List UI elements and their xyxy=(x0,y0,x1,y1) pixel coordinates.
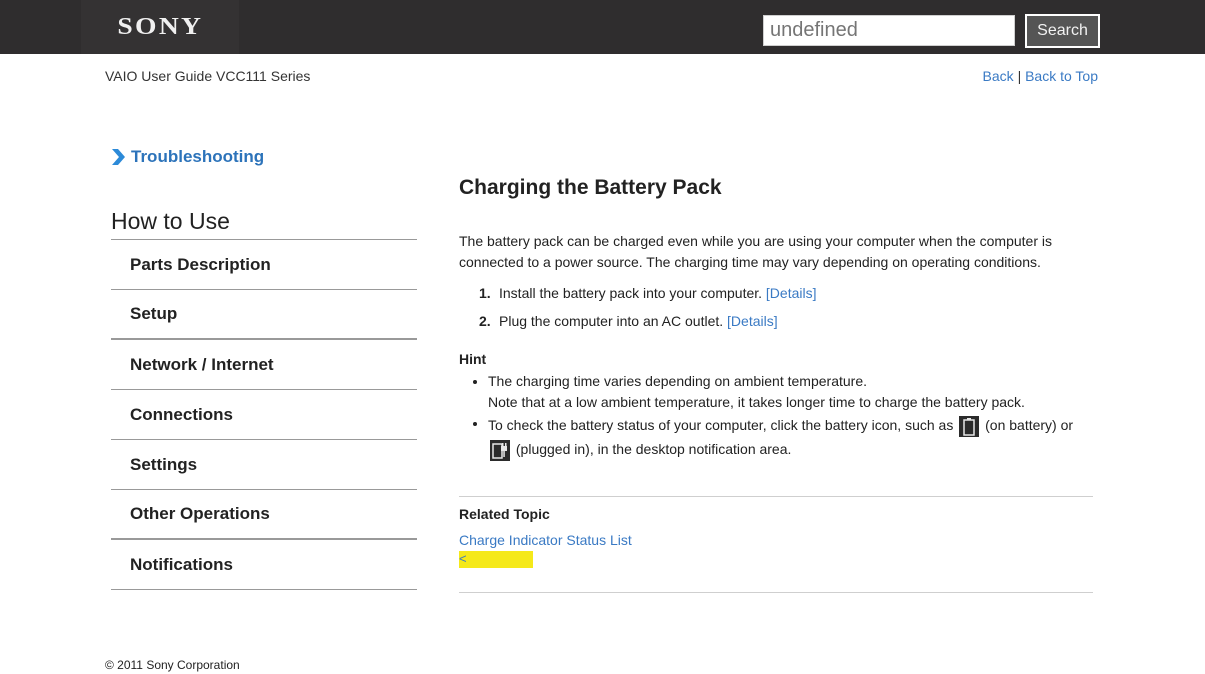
steps-list: 1. Install the battery pack into your com… xyxy=(459,279,1093,335)
step-text: Install the battery pack into your compu… xyxy=(499,285,766,301)
hint-text: (on battery) or xyxy=(981,417,1074,433)
sidebar-item-label: Setup xyxy=(130,304,178,323)
intro-paragraph: The battery pack can be charged even whi… xyxy=(459,233,1052,270)
battery-icon xyxy=(959,415,980,437)
sidebar-item-label: Other Operations xyxy=(130,504,270,523)
search-input[interactable] xyxy=(763,15,1015,46)
related-topic-link[interactable]: Charge Indicator Status List xyxy=(459,532,632,548)
step-number: 2. xyxy=(479,313,491,329)
hint-text: (plugged in), in the desktop notificatio… xyxy=(512,441,792,457)
chevron-right-icon xyxy=(112,149,125,165)
hint-text: Note that at a low ambient temperature, … xyxy=(488,394,1025,410)
details-link[interactable]: [Details] xyxy=(727,313,778,329)
search-button[interactable]: Search xyxy=(1025,14,1100,48)
brand-text: SONY xyxy=(117,13,203,40)
sidebar-item-label: Settings xyxy=(130,454,198,474)
previous-page-link[interactable]: < xyxy=(459,551,533,568)
page-title: Charging the Battery Pack xyxy=(459,176,722,199)
step-item: 1. Install the battery pack into your com… xyxy=(459,279,1093,307)
step-number: 1. xyxy=(479,285,491,301)
nav-separator: | xyxy=(1017,68,1022,84)
sidebar-item-label: Parts Description xyxy=(130,254,271,274)
sidebar-item-other-operations[interactable]: Other Operations xyxy=(111,490,417,540)
sidebar-item-label: Network / Internet xyxy=(130,354,274,374)
sidebar-item-network-internet[interactable]: Network / Internet xyxy=(111,340,417,390)
troubleshooting-link[interactable]: Troubleshooting xyxy=(111,146,417,168)
sidebar-item-connections[interactable]: Connections xyxy=(111,390,417,440)
step-item: 2. Plug the computer into an AC outlet. [… xyxy=(459,307,1093,335)
back-link[interactable]: Back xyxy=(983,68,1014,84)
article: Charging the Battery Pack The battery pa… xyxy=(459,176,1093,593)
section-title: How to Use xyxy=(111,208,417,240)
sidebar-item-label: Connections xyxy=(130,404,233,424)
sidebar-item-label: Notifications xyxy=(130,554,233,574)
related-topic-title: Related Topic xyxy=(459,506,550,522)
troubleshooting-label: Troubleshooting xyxy=(131,147,265,166)
divider xyxy=(459,496,1093,497)
copyright: © 2011 Sony Corporation xyxy=(105,658,240,672)
hint-title: Hint xyxy=(459,351,487,367)
step-text: Plug the computer into an AC outlet. xyxy=(499,313,728,329)
sidebar-item-setup[interactable]: Setup xyxy=(111,290,417,340)
hint-list: The charging time varies depending on am… xyxy=(459,371,1093,461)
back-to-top-link[interactable]: Back to Top xyxy=(1025,68,1098,84)
guide-title: VAIO User Guide VCC111 Series xyxy=(105,68,311,84)
sony-logo[interactable]: SONY xyxy=(81,0,239,54)
sidebar-item-notifications[interactable]: Notifications xyxy=(111,540,417,590)
top-bar: SONY Search xyxy=(0,0,1205,54)
plugged-in-battery-icon xyxy=(490,439,510,461)
hint-text: The charging time varies depending on am… xyxy=(488,373,867,389)
sidebar: Troubleshooting How to Use Parts Descrip… xyxy=(111,146,417,590)
page-nav-links: Back | Back to Top xyxy=(983,68,1098,84)
sidebar-item-parts-description[interactable]: Parts Description xyxy=(111,240,417,290)
hint-text: To check the battery status of your comp… xyxy=(488,417,958,433)
sidebar-item-settings[interactable]: Settings xyxy=(111,440,417,490)
divider xyxy=(459,592,1093,593)
details-link[interactable]: [Details] xyxy=(766,285,817,301)
hint-item: To check the battery status of your comp… xyxy=(459,413,1093,461)
hint-item: The charging time varies depending on am… xyxy=(459,371,1093,413)
